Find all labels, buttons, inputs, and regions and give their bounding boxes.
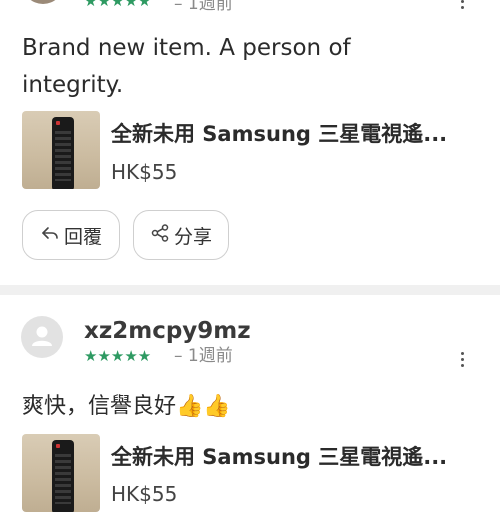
review-time: – 1週前	[174, 346, 233, 366]
reply-button[interactable]: 回覆	[22, 210, 120, 260]
product-thumbnail[interactable]	[22, 111, 100, 189]
more-options-icon[interactable]	[459, 0, 465, 9]
product-price: HK$55	[111, 160, 178, 184]
review-card-2: xz2mcpy9mz ★★★★★ – 1週前 爽快，信譽良好👍👍 全新未用 Sa…	[0, 295, 500, 512]
product-price: HK$55	[111, 482, 178, 506]
reviewer-avatar[interactable]	[21, 316, 63, 358]
section-divider	[0, 285, 500, 295]
review-card-1: ★★★★★ – 1週前 Brand new item. A person of …	[0, 0, 500, 285]
rating-stars: ★★★★★	[84, 0, 152, 10]
share-label: 分享	[173, 225, 212, 248]
reviewer-username[interactable]: xz2mcpy9mz	[84, 320, 251, 343]
reply-label: 回覆	[63, 225, 102, 248]
more-options-icon[interactable]	[459, 352, 465, 367]
review-time: – 1週前	[174, 0, 233, 14]
remote-control-image	[52, 440, 74, 512]
share-button[interactable]: 分享	[133, 210, 229, 260]
product-thumbnail[interactable]	[22, 434, 100, 512]
remote-control-image	[52, 117, 74, 189]
product-title[interactable]: 全新未用 Samsung 三星電視遙...	[111, 447, 447, 468]
share-icon	[150, 223, 170, 248]
product-title[interactable]: 全新未用 Samsung 三星電視遙...	[111, 124, 447, 145]
rating-stars: ★★★★★	[84, 347, 152, 365]
review-text: 爽快，信譽良好👍👍	[22, 394, 231, 419]
reply-icon	[40, 223, 60, 248]
reviewer-avatar[interactable]	[22, 0, 64, 4]
review-text: Brand new item. A person of integrity.	[22, 35, 351, 98]
default-avatar-icon	[32, 326, 52, 346]
